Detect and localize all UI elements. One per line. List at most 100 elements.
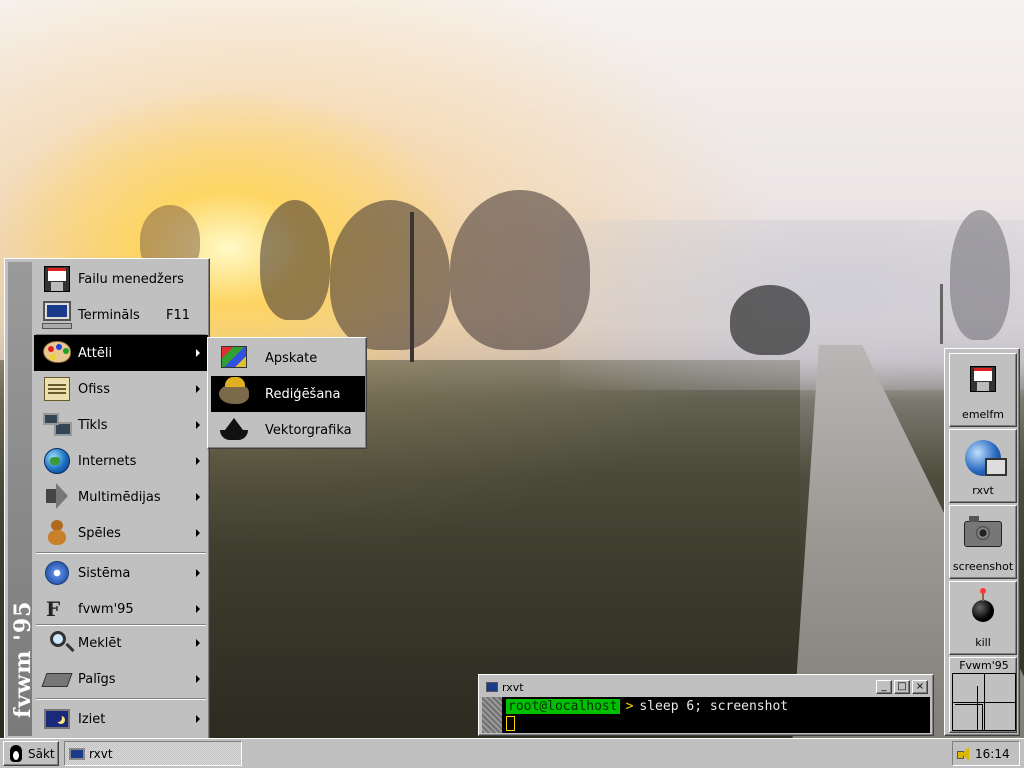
wallpaper-tree: [330, 200, 450, 350]
menu-item-label: Multimēdijas: [78, 489, 161, 505]
submenu-item-label: Apskate: [265, 350, 318, 366]
submenu-arrow-icon: [196, 605, 200, 613]
menu-item-terminal[interactable]: Termināls F11: [34, 297, 208, 333]
menu-separator: [36, 552, 206, 554]
dock-button-rxvt[interactable]: rxvt: [949, 429, 1017, 503]
submenu-arrow-icon: [196, 715, 200, 723]
dock-button-screenshot[interactable]: screenshot: [949, 505, 1017, 579]
floppy-icon: [40, 263, 74, 295]
dock-button-label: rxvt: [972, 484, 994, 497]
menu-item-exit[interactable]: Iziet: [34, 701, 208, 737]
dock-button-kill[interactable]: kill: [949, 581, 1017, 655]
inkscape-icon: [217, 414, 251, 446]
menu-item-label: Iziet: [78, 711, 106, 727]
menu-item-label: Ofiss: [78, 381, 110, 397]
taskbar-item-label: rxvt: [89, 746, 113, 761]
menu-item-label: Internets: [78, 453, 137, 469]
submenu-arrow-icon: [196, 385, 200, 393]
menu-item-system[interactable]: Sistēma: [34, 555, 208, 591]
menu-item-label: Meklēt: [78, 635, 122, 651]
menu-item-label: Termināls: [78, 307, 140, 323]
submenu-arrow-icon: [196, 349, 200, 357]
dock-button-label: screenshot: [952, 560, 1014, 573]
wallpaper-tree: [950, 210, 1010, 340]
terminal-command-line: root@localhost > sleep 6; screenshot: [506, 699, 788, 714]
menu-item-network[interactable]: Tīkls: [34, 407, 208, 443]
gear-icon: [40, 557, 74, 589]
submenu-item-editing[interactable]: Rediģēšana: [211, 376, 365, 412]
dock-button-label: emelfm: [962, 408, 1004, 421]
submenu-item-viewer[interactable]: Apskate: [211, 340, 365, 376]
submenu-arrow-icon: [196, 421, 200, 429]
submenu-arrow-icon: [196, 529, 200, 537]
network-icon: [40, 409, 74, 441]
window-title: rxvt: [502, 680, 524, 694]
submenu-item-label: Vektorgrafika: [265, 422, 352, 438]
office-icon: [40, 373, 74, 405]
exit-icon: [40, 703, 74, 735]
desktop-pager[interactable]: Fvwm'95: [949, 657, 1017, 733]
wallpaper-pole: [940, 284, 943, 344]
wallpaper-bush: [730, 285, 810, 355]
terminal-scrollbar[interactable]: [482, 697, 502, 733]
start-menu: fvwm '95 Failu menedžers Termināls F11 A…: [4, 258, 210, 740]
palette-icon: [40, 337, 74, 369]
prompt-arrow: >: [625, 699, 634, 714]
camera-icon: [963, 514, 1003, 554]
window-titlebar[interactable]: rxvt _ □ ×: [482, 678, 930, 696]
terminal-window[interactable]: rxvt _ □ × root@localhost > sleep 6; scree…: [478, 674, 934, 736]
start-button-label: Sākt: [28, 746, 55, 761]
menu-item-internet[interactable]: Internets: [34, 443, 208, 479]
close-button[interactable]: ×: [912, 680, 928, 694]
wallpaper-pole: [410, 212, 414, 362]
menu-item-label: fvwm'95: [78, 601, 134, 617]
menu-item-images[interactable]: Attēli: [34, 335, 208, 371]
system-tray: 16:14: [952, 741, 1020, 766]
wallpaper-tree: [260, 200, 330, 320]
menu-item-label: Palīgs: [78, 671, 116, 687]
fvwm-icon: F: [46, 597, 61, 621]
minimize-button[interactable]: _: [876, 680, 892, 694]
submenu-item-label: Rediģēšana: [265, 386, 341, 402]
menu-item-accelerator: F11: [165, 307, 190, 323]
teddy-bear-icon: [40, 517, 74, 549]
submenu-arrow-icon: [196, 639, 200, 647]
pager-desks[interactable]: [952, 673, 1016, 731]
menu-item-label: Tīkls: [78, 417, 108, 433]
menu-item-label: Failu menedžers: [78, 271, 184, 287]
taskbar-item-rxvt[interactable]: rxvt: [64, 741, 242, 766]
terminal-body[interactable]: root@localhost > sleep 6; screenshot: [482, 697, 930, 733]
menu-item-label: Attēli: [78, 345, 113, 361]
shell-prompt: root@localhost: [506, 699, 620, 714]
search-icon: [40, 627, 74, 659]
menu-item-label: Spēles: [78, 525, 121, 541]
shell-command: sleep 6; screenshot: [639, 699, 789, 714]
submenu-arrow-icon: [196, 569, 200, 577]
menu-item-office[interactable]: Ofiss: [34, 371, 208, 407]
wallpaper-tree: [450, 190, 590, 350]
submenu-item-vector-graphics[interactable]: Vektorgrafika: [211, 412, 365, 448]
menu-separator: [36, 698, 206, 700]
floppy-icon: [963, 362, 1003, 402]
taskbar: Sākt rxvt 16:14: [0, 738, 1024, 768]
dock-button-label: kill: [975, 636, 991, 649]
menu-item-multimedia[interactable]: Multimēdijas: [34, 479, 208, 515]
maximize-button[interactable]: □: [894, 680, 910, 694]
network-monitor-icon: [963, 438, 1007, 478]
image-viewer-icon: [217, 342, 251, 374]
menu-item-file-manager[interactable]: Failu menedžers: [34, 261, 208, 297]
volume-icon[interactable]: [957, 746, 971, 761]
menu-item-games[interactable]: Spēles: [34, 515, 208, 551]
bomb-icon: [963, 588, 1003, 630]
menu-item-fvwm95[interactable]: F fvwm'95: [34, 591, 208, 627]
help-book-icon: [40, 663, 74, 695]
submenu-arrow-icon: [196, 493, 200, 501]
menu-item-help[interactable]: Palīgs: [34, 661, 208, 697]
speaker-icon: [40, 481, 74, 513]
images-submenu: Apskate Rediģēšana Vektorgrafika: [207, 337, 367, 449]
dock-button-emelfm[interactable]: emelfm: [949, 353, 1017, 427]
menu-item-search[interactable]: Meklēt: [34, 625, 208, 661]
clock: 16:14: [975, 746, 1010, 761]
start-button[interactable]: Sākt: [3, 741, 59, 766]
terminal-icon: [40, 299, 74, 331]
